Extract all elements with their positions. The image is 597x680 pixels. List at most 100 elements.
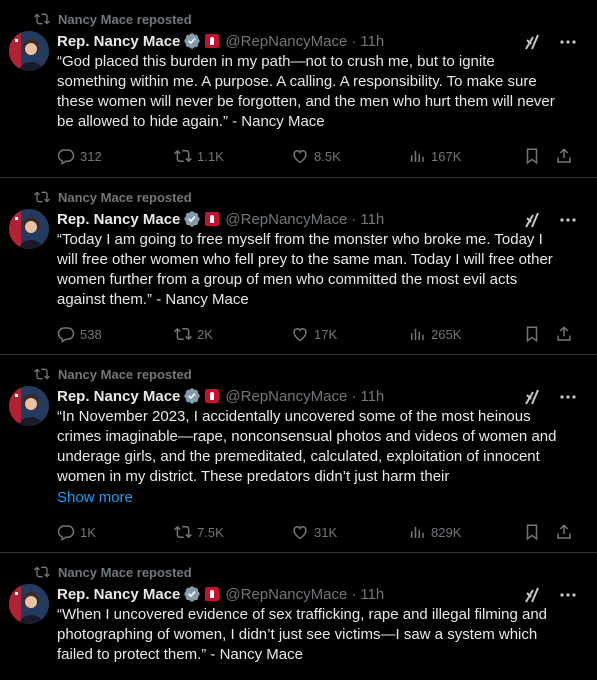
repost-context[interactable]: Nancy Mace reposted — [34, 366, 192, 382]
share-button[interactable] — [555, 147, 573, 165]
share-icon — [557, 148, 571, 163]
timestamp[interactable]: 11h — [360, 33, 384, 50]
tweet[interactable]: Nancy Mace reposted Rep. Nancy Mace @Rep… — [0, 178, 597, 355]
repost-label: Nancy Mace reposted — [58, 11, 192, 27]
reply-count: 538 — [80, 326, 102, 342]
like-button[interactable]: 31K — [291, 523, 408, 541]
verified-badge-icon[interactable] — [183, 585, 201, 603]
repost-icon — [34, 189, 50, 205]
display-name[interactable]: Rep. Nancy Mace — [57, 33, 180, 50]
avatar[interactable] — [9, 209, 49, 249]
repost-icon — [34, 11, 50, 27]
repost-label: Nancy Mace reposted — [58, 564, 192, 580]
show-more-link[interactable]: Show more — [57, 489, 133, 506]
tweet-header: Rep. Nancy Mace @RepNancyMace · 11h — [57, 584, 384, 604]
action-bar: 1K 7.5K 31K 829K — [57, 523, 581, 541]
avatar[interactable] — [9, 386, 49, 426]
reply-icon — [57, 327, 75, 343]
reply-count: 312 — [80, 148, 102, 164]
repost-context[interactable]: Nancy Mace reposted — [34, 564, 192, 580]
repost-icon — [174, 327, 192, 341]
views-icon — [411, 150, 424, 162]
share-icon — [557, 524, 571, 539]
verified-badge-icon[interactable] — [183, 387, 201, 405]
view-count: 829K — [431, 524, 462, 540]
handle[interactable]: @RepNancyMace — [225, 586, 347, 603]
timestamp[interactable]: 11h — [360, 586, 384, 603]
tweet-text: “Today I am going to free myself from th… — [57, 231, 553, 308]
view-count: 167K — [431, 148, 462, 164]
tweet-header: Rep. Nancy Mace @RepNancyMace · 11h — [57, 209, 384, 229]
repost-count: 1.1K — [197, 148, 224, 164]
grok-icon[interactable] — [523, 388, 541, 406]
reply-icon — [57, 525, 75, 541]
tweet-top-actions — [523, 388, 577, 406]
repost-button[interactable]: 1.1K — [174, 147, 291, 165]
separator: · — [351, 210, 357, 228]
repost-context[interactable]: Nancy Mace reposted — [34, 189, 192, 205]
more-options-icon[interactable] — [559, 211, 577, 229]
repost-label: Nancy Mace reposted — [58, 366, 192, 382]
bookmark-icon — [526, 326, 538, 343]
repost-context[interactable]: Nancy Mace reposted — [34, 11, 192, 27]
views-button[interactable]: 829K — [408, 523, 523, 541]
like-button[interactable]: 8.5K — [291, 147, 408, 165]
repost-icon — [34, 564, 50, 580]
more-options-icon[interactable] — [559, 388, 577, 406]
tweet[interactable]: Nancy Mace reposted Rep. Nancy Mace @Rep… — [0, 553, 597, 680]
repost-button[interactable]: 7.5K — [174, 523, 291, 541]
share-button[interactable] — [555, 523, 573, 541]
timestamp[interactable]: 11h — [360, 388, 384, 405]
bookmark-icon — [526, 524, 538, 541]
share-button[interactable] — [555, 325, 573, 343]
avatar[interactable] — [9, 31, 49, 71]
reply-icon — [57, 149, 75, 165]
tweet-top-actions — [523, 211, 577, 229]
heart-icon — [293, 149, 307, 164]
timestamp[interactable]: 11h — [360, 211, 384, 228]
tweet[interactable]: Nancy Mace reposted Rep. Nancy Mace @Rep… — [0, 355, 597, 553]
verified-badge-icon[interactable] — [183, 32, 201, 50]
grok-icon[interactable] — [523, 586, 541, 604]
tweet[interactable]: Nancy Mace reposted Rep. Nancy Mace @Rep… — [0, 0, 597, 178]
reply-button[interactable]: 312 — [57, 147, 174, 165]
government-badge-icon — [205, 34, 220, 48]
repost-count: 7.5K — [197, 524, 224, 540]
views-button[interactable]: 167K — [408, 147, 523, 165]
repost-count: 2K — [197, 326, 213, 342]
handle[interactable]: @RepNancyMace — [225, 33, 347, 50]
more-options-icon[interactable] — [559, 586, 577, 604]
view-count: 265K — [431, 326, 462, 342]
reply-button[interactable]: 538 — [57, 325, 174, 343]
repost-button[interactable]: 2K — [174, 325, 291, 343]
bookmark-button[interactable] — [523, 147, 541, 165]
separator: · — [351, 585, 357, 603]
tweet-text: “When I uncovered evidence of sex traffi… — [57, 606, 547, 663]
views-icon — [411, 328, 424, 340]
like-button[interactable]: 17K — [291, 325, 408, 343]
reply-button[interactable]: 1K — [57, 523, 174, 541]
grok-icon[interactable] — [523, 33, 541, 51]
like-count: 17K — [314, 326, 338, 342]
like-count: 8.5K — [314, 148, 341, 164]
reply-count: 1K — [80, 524, 96, 540]
display-name[interactable]: Rep. Nancy Mace — [57, 211, 180, 228]
government-badge-icon — [205, 389, 220, 403]
bookmark-button[interactable] — [523, 523, 541, 541]
government-badge-icon — [205, 587, 220, 601]
repost-icon — [174, 525, 192, 539]
timeline: Nancy Mace reposted Rep. Nancy Mace @Rep… — [0, 0, 597, 680]
bookmark-icon — [526, 148, 538, 165]
tweet-text: “In November 2023, I accidentally uncove… — [57, 408, 557, 485]
views-button[interactable]: 265K — [408, 325, 523, 343]
verified-badge-icon[interactable] — [183, 210, 201, 228]
grok-icon[interactable] — [523, 211, 541, 229]
handle[interactable]: @RepNancyMace — [225, 388, 347, 405]
more-options-icon[interactable] — [559, 33, 577, 51]
bookmark-button[interactable] — [523, 325, 541, 343]
display-name[interactable]: Rep. Nancy Mace — [57, 586, 180, 603]
avatar[interactable] — [9, 584, 49, 624]
display-name[interactable]: Rep. Nancy Mace — [57, 388, 180, 405]
views-icon — [411, 526, 424, 538]
handle[interactable]: @RepNancyMace — [225, 211, 347, 228]
